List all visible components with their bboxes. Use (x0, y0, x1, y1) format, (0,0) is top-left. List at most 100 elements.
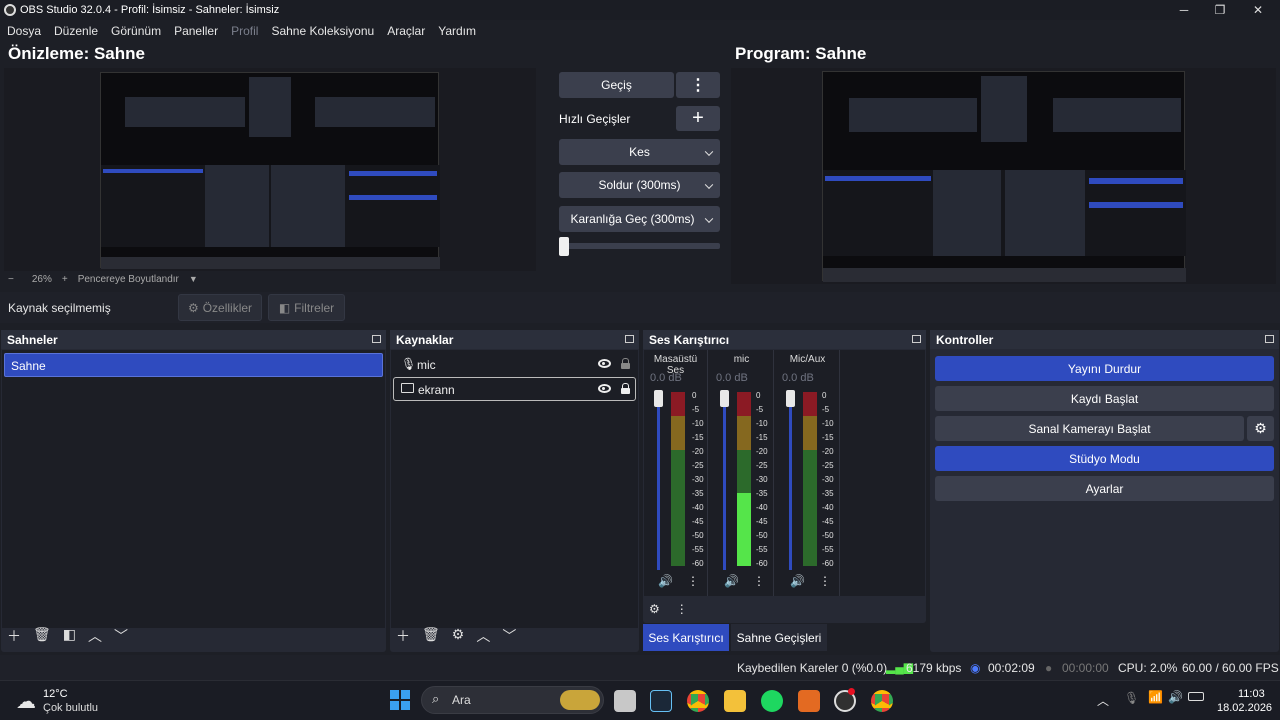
undock-icon[interactable] (625, 335, 634, 343)
channel-name: Mic/Aux (789, 354, 826, 365)
move-down-icon[interactable]: ﹀ (502, 626, 516, 646)
tray-chevron-up-icon[interactable]: ︿ (1097, 692, 1109, 709)
move-up-icon[interactable]: ︿ (476, 626, 490, 646)
meter-tick-label: -55 (822, 545, 834, 554)
meter-tick-label: -30 (822, 475, 834, 484)
task-view-icon[interactable] (614, 690, 636, 712)
lock-icon[interactable] (621, 383, 630, 394)
menu-view[interactable]: Görünüm (111, 24, 161, 38)
properties-button[interactable]: ⚙ Özellikler (178, 294, 262, 321)
steam-icon[interactable] (650, 690, 672, 712)
search-highlight-image (560, 690, 600, 710)
maximize-icon[interactable]: ❐ (1202, 0, 1238, 20)
transition-slider-handle[interactable] (559, 237, 569, 256)
meter-tick-label: -15 (756, 433, 768, 442)
visibility-eye-icon[interactable] (598, 359, 611, 368)
menu-scene-collection[interactable]: Sahne Koleksiyonu (271, 24, 374, 38)
taskbar-search[interactable]: ⌕ Ara (421, 686, 604, 714)
channel-menu-icon[interactable]: ⋮ (753, 574, 765, 588)
streaming-icon: ◉ (970, 661, 981, 675)
channel-menu-icon[interactable]: ⋮ (687, 574, 699, 588)
studio-mode-button[interactable]: Stüdyo Modu (935, 446, 1274, 471)
source-item[interactable]: 🎙 mic (393, 353, 636, 377)
volume-slider-handle[interactable] (720, 390, 729, 407)
meter-tick-label: -45 (822, 517, 834, 526)
menu-file[interactable]: Dosya (7, 24, 41, 38)
fl-studio-icon[interactable] (798, 690, 820, 712)
volume-slider-handle[interactable] (654, 390, 663, 407)
quick-transition-fade[interactable]: Soldur (300ms) (559, 172, 720, 198)
volume-slider-track[interactable] (657, 394, 660, 570)
move-up-icon[interactable]: ︿ (88, 626, 102, 646)
windows-start-icon[interactable] (390, 690, 410, 710)
add-source-icon[interactable]: ＋ (396, 626, 410, 646)
file-explorer-icon[interactable] (724, 690, 746, 712)
filters-button[interactable]: ◧ Filtreler (268, 294, 345, 321)
volume-slider-track[interactable] (723, 394, 726, 570)
virtual-camera-gear-icon[interactable]: ⚙ (1247, 416, 1274, 441)
transition-menu-icon[interactable]: ⋮ (676, 72, 720, 98)
chrome-profile-icon[interactable] (871, 690, 893, 712)
scene-item[interactable]: Sahne (4, 353, 383, 377)
advanced-audio-gear-icon[interactable]: ⚙ (649, 602, 660, 616)
mixer-title: Ses Karıştırıcı (649, 333, 730, 347)
virtual-camera-label: Sanal Kamerayı Başlat (1028, 421, 1151, 436)
undock-icon[interactable] (372, 335, 381, 343)
undock-icon[interactable] (912, 335, 921, 343)
cloud-icon: ☁ (16, 691, 36, 713)
menu-edit[interactable]: Düzenle (54, 24, 98, 38)
volume-icon[interactable]: 🔊 (1168, 690, 1183, 704)
add-scene-icon[interactable]: ＋ (7, 626, 21, 646)
menu-tools[interactable]: Araçlar (387, 24, 425, 38)
wifi-icon[interactable]: 📶 (1148, 690, 1163, 704)
channel-name: mic (733, 354, 750, 365)
meter-tick-label: -55 (756, 545, 768, 554)
speaker-icon[interactable]: 🔊 (724, 574, 739, 588)
speaker-icon[interactable]: 🔊 (658, 574, 673, 588)
menu-profile[interactable]: Profil (231, 24, 258, 38)
dropped-frames: Kaybedilen Kareler 0 (%0.0) (737, 661, 888, 675)
start-recording-button[interactable]: Kaydı Başlat (935, 386, 1274, 411)
speaker-icon[interactable]: 🔊 (790, 574, 805, 588)
unlock-icon[interactable] (621, 358, 630, 369)
chevron-down-icon[interactable]: ▼ (189, 274, 198, 284)
move-down-icon[interactable]: ﹀ (114, 626, 128, 646)
preview-canvas[interactable] (4, 68, 536, 271)
undock-icon[interactable] (1265, 335, 1274, 343)
minimize-icon[interactable]: ─ (1166, 0, 1202, 20)
meter-tick-label: -60 (692, 559, 704, 568)
source-item[interactable]: ekrann (393, 377, 636, 401)
stop-streaming-button[interactable]: Yayını Durdur (935, 356, 1274, 381)
delete-scene-icon[interactable]: 🗑 (33, 626, 51, 646)
volume-slider-handle[interactable] (786, 390, 795, 407)
source-properties-icon[interactable]: ⚙ (452, 626, 465, 646)
program-canvas (731, 68, 1276, 284)
volume-slider-track[interactable] (789, 394, 792, 570)
zoom-out-button[interactable]: − (8, 274, 14, 285)
menu-help[interactable]: Yardım (438, 24, 476, 38)
close-icon[interactable]: ✕ (1240, 0, 1276, 20)
visibility-eye-icon[interactable] (598, 384, 611, 393)
quick-transition-cut[interactable]: Kes (559, 139, 720, 165)
scene-filters-icon[interactable]: ◧ (63, 626, 76, 646)
tray-mic-icon[interactable]: 🎙 (1124, 691, 1139, 705)
fit-window-label[interactable]: Pencereye Boyutlandır (78, 274, 179, 285)
tab-scene-transitions[interactable]: Sahne Geçişleri (731, 624, 827, 651)
battery-icon[interactable] (1188, 692, 1204, 701)
add-quick-transition-icon[interactable]: + (676, 106, 720, 131)
chrome-icon[interactable] (687, 690, 709, 712)
start-virtual-camera-button[interactable]: Sanal Kamerayı Başlat (935, 416, 1244, 441)
transition-slider-track[interactable] (559, 243, 720, 249)
zoom-bar: − 26% + Pencereye Boyutlandır ▼ (0, 271, 536, 287)
transition-button[interactable]: Geçiş (559, 72, 674, 98)
mixer-menu-icon[interactable]: ⋮ (676, 602, 688, 616)
quick-transition-fade-black[interactable]: Karanlığa Geç (300ms) (559, 206, 720, 232)
tab-audio-mixer[interactable]: Ses Karıştırıcı (643, 624, 729, 651)
delete-source-icon[interactable]: 🗑 (422, 626, 440, 646)
spotify-icon[interactable] (761, 690, 783, 712)
microphone-icon: 🎙 (401, 357, 417, 371)
zoom-in-button[interactable]: + (62, 274, 68, 285)
settings-button[interactable]: Ayarlar (935, 476, 1274, 501)
channel-menu-icon[interactable]: ⋮ (819, 574, 831, 588)
menu-docks[interactable]: Paneller (174, 24, 218, 38)
